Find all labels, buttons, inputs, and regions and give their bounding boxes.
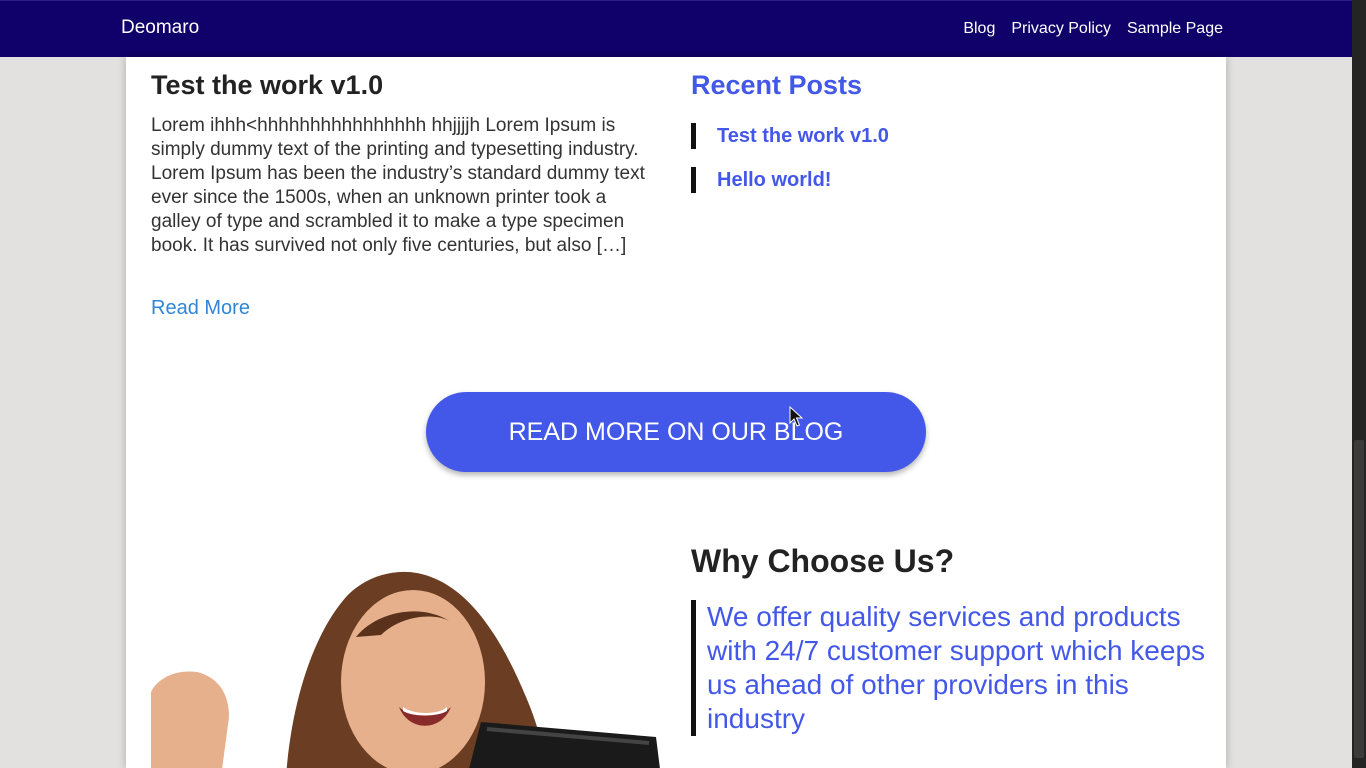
nav-link-sample-page[interactable]: Sample Page bbox=[1127, 20, 1223, 38]
nav-link-privacy-policy[interactable]: Privacy Policy bbox=[1011, 20, 1111, 38]
recent-posts-heading: Recent Posts bbox=[691, 70, 863, 100]
nav-link-blog[interactable]: Blog bbox=[963, 20, 995, 38]
hero-woman-image bbox=[151, 571, 660, 768]
why-choose-us-heading: Why Choose Us? bbox=[691, 543, 955, 579]
recent-post-link[interactable]: Hello world! bbox=[717, 169, 831, 192]
read-more-blog-button[interactable]: READ MORE ON OUR BLOG bbox=[426, 392, 926, 472]
recent-post-item: Hello world! bbox=[691, 167, 889, 193]
post-excerpt: Lorem ihhh<hhhhhhhhhhhhhhhh hhjjjjh Lore… bbox=[151, 115, 645, 256]
recent-post-link[interactable]: Test the work v1.0 bbox=[717, 125, 889, 148]
site-brand-link[interactable]: Deomaro bbox=[121, 17, 199, 39]
scrollbar-thumb[interactable] bbox=[1354, 440, 1364, 758]
post-title[interactable]: Test the work v1.0 bbox=[151, 70, 383, 101]
why-choose-us-quote: We offer quality services and products w… bbox=[691, 600, 1211, 736]
page-scrollbar[interactable] bbox=[1352, 0, 1366, 768]
page-content: Test the work v1.0 Lorem ihhh<hhhhhhhhhh… bbox=[126, 57, 1226, 768]
top-navbar: Deomaro Blog Privacy Policy Sample Page bbox=[0, 0, 1352, 57]
read-more-link[interactable]: Read More bbox=[151, 297, 250, 320]
mouse-pointer-icon bbox=[789, 406, 803, 427]
recent-post-item: Test the work v1.0 bbox=[691, 123, 889, 149]
main-nav: Blog Privacy Policy Sample Page bbox=[963, 20, 1223, 38]
recent-posts-list: Test the work v1.0 Hello world! bbox=[691, 123, 889, 211]
